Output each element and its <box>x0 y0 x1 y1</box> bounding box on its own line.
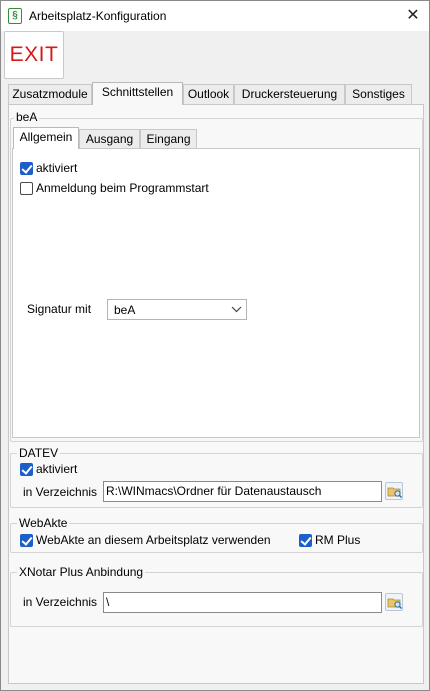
chevron-down-icon <box>231 302 242 319</box>
config-window: § Arbeitsplatz-Konfiguration ✕ EXIT Zusa… <box>0 0 430 691</box>
folder-search-icon <box>387 598 402 609</box>
datev-verzeichnis-input[interactable]: R:\WINmacs\Ordner für Datenaustausch <box>103 481 382 502</box>
webakte-use-checkbox[interactable] <box>20 534 33 547</box>
webakte-group-label: WebAkte <box>17 516 70 530</box>
subtab-allgemein[interactable]: Allgemein <box>13 127 79 149</box>
bea-anmeldung-checkbox[interactable] <box>20 182 33 195</box>
folder-search-icon <box>387 487 402 498</box>
window-title: Arbeitsplatz-Konfiguration <box>29 9 167 23</box>
signatur-select[interactable]: beA <box>107 299 247 320</box>
tab-outlook[interactable]: Outlook <box>183 84 234 104</box>
rm-plus-checkbox[interactable] <box>299 534 312 547</box>
xnotar-group-label: XNotar Plus Anbindung <box>17 565 146 579</box>
datev-browse-button[interactable] <box>385 482 403 500</box>
tab-druckersteuerung[interactable]: Druckersteuerung <box>234 84 345 104</box>
xnotar-browse-button[interactable] <box>385 593 403 611</box>
close-button[interactable]: ✕ <box>397 1 429 31</box>
tab-zusatzmodule[interactable]: Zusatzmodule <box>8 84 92 104</box>
bea-aktiviert-label: aktiviert <box>36 161 78 175</box>
bea-anmeldung-label: Anmeldung beim Programmstart <box>36 181 209 195</box>
signatur-select-value: beA <box>114 303 136 317</box>
datev-group-label: DATEV <box>17 446 61 460</box>
title-bar: § Arbeitsplatz-Konfiguration ✕ <box>1 1 429 31</box>
webakte-use-label: WebAkte an diesem Arbeitsplatz verwenden <box>36 533 271 547</box>
xnotar-verzeichnis-input[interactable]: \ <box>103 592 382 613</box>
bea-aktiviert-checkbox[interactable] <box>20 162 33 175</box>
signatur-label: Signatur mit <box>27 302 92 316</box>
datev-aktiviert-checkbox[interactable] <box>20 463 33 476</box>
subtab-ausgang[interactable]: Ausgang <box>79 129 140 148</box>
tab-sonstiges[interactable]: Sonstiges <box>345 84 412 104</box>
bea-group-label: beA <box>14 110 40 124</box>
datev-aktiviert-label: aktiviert <box>36 462 78 476</box>
tab-schnittstellen[interactable]: Schnittstellen <box>92 82 183 105</box>
datev-verzeichnis-label: in Verzeichnis <box>23 485 98 499</box>
exit-button[interactable]: EXIT <box>4 31 64 79</box>
xnotar-verzeichnis-label: in Verzeichnis <box>23 595 98 609</box>
subtab-eingang[interactable]: Eingang <box>140 129 197 148</box>
app-paragraph-icon: § <box>8 8 22 24</box>
rm-plus-label: RM Plus <box>315 533 361 547</box>
